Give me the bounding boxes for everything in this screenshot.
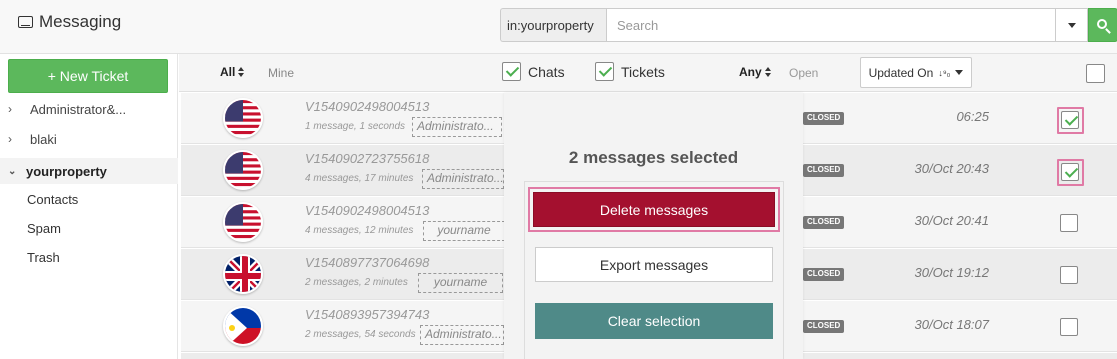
- search-bar: in:yourproperty: [500, 8, 1117, 42]
- conversation-id: V1540902498004513: [305, 99, 430, 114]
- conversation-id: V1540902723755618: [305, 151, 430, 166]
- search-options-dropdown[interactable]: [1056, 8, 1088, 42]
- caret-down-icon: [1067, 22, 1076, 28]
- export-messages-button[interactable]: Export messages: [535, 247, 773, 282]
- assignee-tag: Administrato...: [412, 117, 502, 137]
- sidebar-item-label: yourproperty: [26, 163, 107, 179]
- sidebar-item-blaki[interactable]: › blaki: [0, 126, 178, 152]
- conversation-meta: 1 message, 1 seconds: [305, 121, 406, 132]
- row-checkbox[interactable]: [1060, 266, 1078, 284]
- row-checkbox-wrap: [1057, 263, 1084, 290]
- assignee-tag: yourname: [423, 221, 505, 241]
- sort-updated-on-button[interactable]: Updated On ↓⁹₀: [860, 57, 972, 88]
- sidebar: + New Ticket › Administrator&... › blaki…: [0, 54, 178, 359]
- sidebar-item-label: blaki: [30, 131, 57, 147]
- us-flag-icon: [223, 202, 263, 242]
- sort-icon: [764, 67, 772, 77]
- sidebar-item-yourproperty[interactable]: ⌄ yourproperty: [0, 158, 178, 184]
- app-title-text: Messaging: [39, 12, 122, 31]
- sidebar-item-contacts[interactable]: Contacts: [27, 192, 78, 207]
- status-badge: CLOSED: [803, 164, 845, 177]
- search-input[interactable]: [606, 8, 1056, 42]
- filter-mine[interactable]: Mine: [268, 66, 294, 80]
- search-scope-prefix: in:yourproperty: [500, 8, 606, 42]
- inbox-icon: [18, 16, 33, 28]
- ph-flag-icon: [223, 306, 263, 346]
- selection-panel: 2 messages selected Delete messages Expo…: [504, 93, 803, 359]
- row-checkbox[interactable]: [1060, 318, 1078, 336]
- delete-button-highlight: Delete messages: [528, 187, 780, 232]
- uk-flag-icon: [223, 254, 263, 294]
- tickets-checkbox[interactable]: [595, 62, 614, 81]
- updated-time: 30/Oct 18:07: [914, 317, 989, 332]
- filter-any[interactable]: Any: [739, 65, 772, 79]
- filter-all[interactable]: All: [220, 65, 245, 79]
- caret-down-icon: [955, 70, 964, 75]
- sort-icon: [238, 67, 245, 77]
- status-badge: CLOSED: [803, 268, 845, 281]
- filter-all-label: All: [220, 65, 236, 79]
- row-checkbox-highlight: [1057, 107, 1084, 134]
- chevron-right-icon: ›: [8, 102, 12, 116]
- conversation-meta: 4 messages, 12 minutes: [305, 225, 414, 236]
- updated-time: 30/Oct 20:43: [914, 161, 989, 176]
- updated-time: 30/Oct 19:12: [914, 265, 989, 280]
- chats-checkbox[interactable]: [502, 62, 521, 81]
- clear-selection-button[interactable]: Clear selection: [535, 303, 773, 339]
- sort-label: Updated On: [868, 65, 934, 80]
- assignee-tag: Administrato...: [422, 169, 504, 189]
- app-title: Messaging: [18, 12, 121, 32]
- row-checkbox[interactable]: [1061, 111, 1079, 129]
- us-flag-icon: [223, 98, 263, 138]
- sidebar-item-administrator[interactable]: › Administrator&...: [0, 96, 178, 122]
- us-flag-icon: [223, 150, 263, 190]
- assignee-tag: yourname: [418, 273, 503, 293]
- tickets-label: Tickets: [621, 64, 665, 80]
- row-checkbox-highlight: [1057, 159, 1084, 186]
- search-icon: [1096, 18, 1107, 29]
- chats-label: Chats: [528, 64, 565, 80]
- updated-time: 30/Oct 20:41: [914, 213, 989, 228]
- selection-count-title: 2 messages selected: [568, 148, 739, 167]
- row-checkbox[interactable]: [1060, 214, 1078, 232]
- conversation-id: V1540893957394743: [305, 307, 430, 322]
- filter-any-label: Any: [739, 65, 762, 79]
- filter-bar: All Mine Chats Tickets Any Open Updated …: [179, 54, 1117, 92]
- status-badge: CLOSED: [803, 112, 845, 125]
- chevron-down-icon: ⌄: [8, 165, 17, 177]
- status-badge: CLOSED: [803, 320, 845, 333]
- row-checkbox-wrap: [1057, 315, 1084, 342]
- sort-numeric-icon: ↓⁹₀: [938, 67, 951, 78]
- updated-time: 06:25: [956, 109, 989, 124]
- assignee-tag: Administrato...: [420, 325, 504, 345]
- delete-messages-button[interactable]: Delete messages: [533, 192, 775, 227]
- conversation-meta: 2 messages, 54 seconds: [305, 329, 416, 340]
- top-bar: Messaging in:yourproperty: [0, 0, 1117, 54]
- status-badge: CLOSED: [803, 216, 845, 229]
- sidebar-item-spam[interactable]: Spam: [27, 221, 61, 236]
- conversation-meta: 4 messages, 17 minutes: [305, 173, 414, 184]
- sidebar-item-label: Administrator&...: [30, 101, 127, 117]
- row-checkbox-wrap: [1057, 211, 1084, 238]
- sidebar-item-trash[interactable]: Trash: [27, 250, 60, 265]
- conversation-id: V1540902498004513: [305, 203, 430, 218]
- conversation-meta: 2 messages, 2 minutes: [305, 277, 408, 288]
- search-button[interactable]: [1088, 8, 1117, 42]
- conversation-id: V1540897737064698: [305, 255, 430, 270]
- filter-open[interactable]: Open: [789, 66, 818, 80]
- new-ticket-button[interactable]: + New Ticket: [8, 59, 168, 93]
- row-checkbox[interactable]: [1061, 163, 1079, 181]
- chevron-right-icon: ›: [8, 132, 12, 146]
- select-all-checkbox[interactable]: [1086, 64, 1105, 83]
